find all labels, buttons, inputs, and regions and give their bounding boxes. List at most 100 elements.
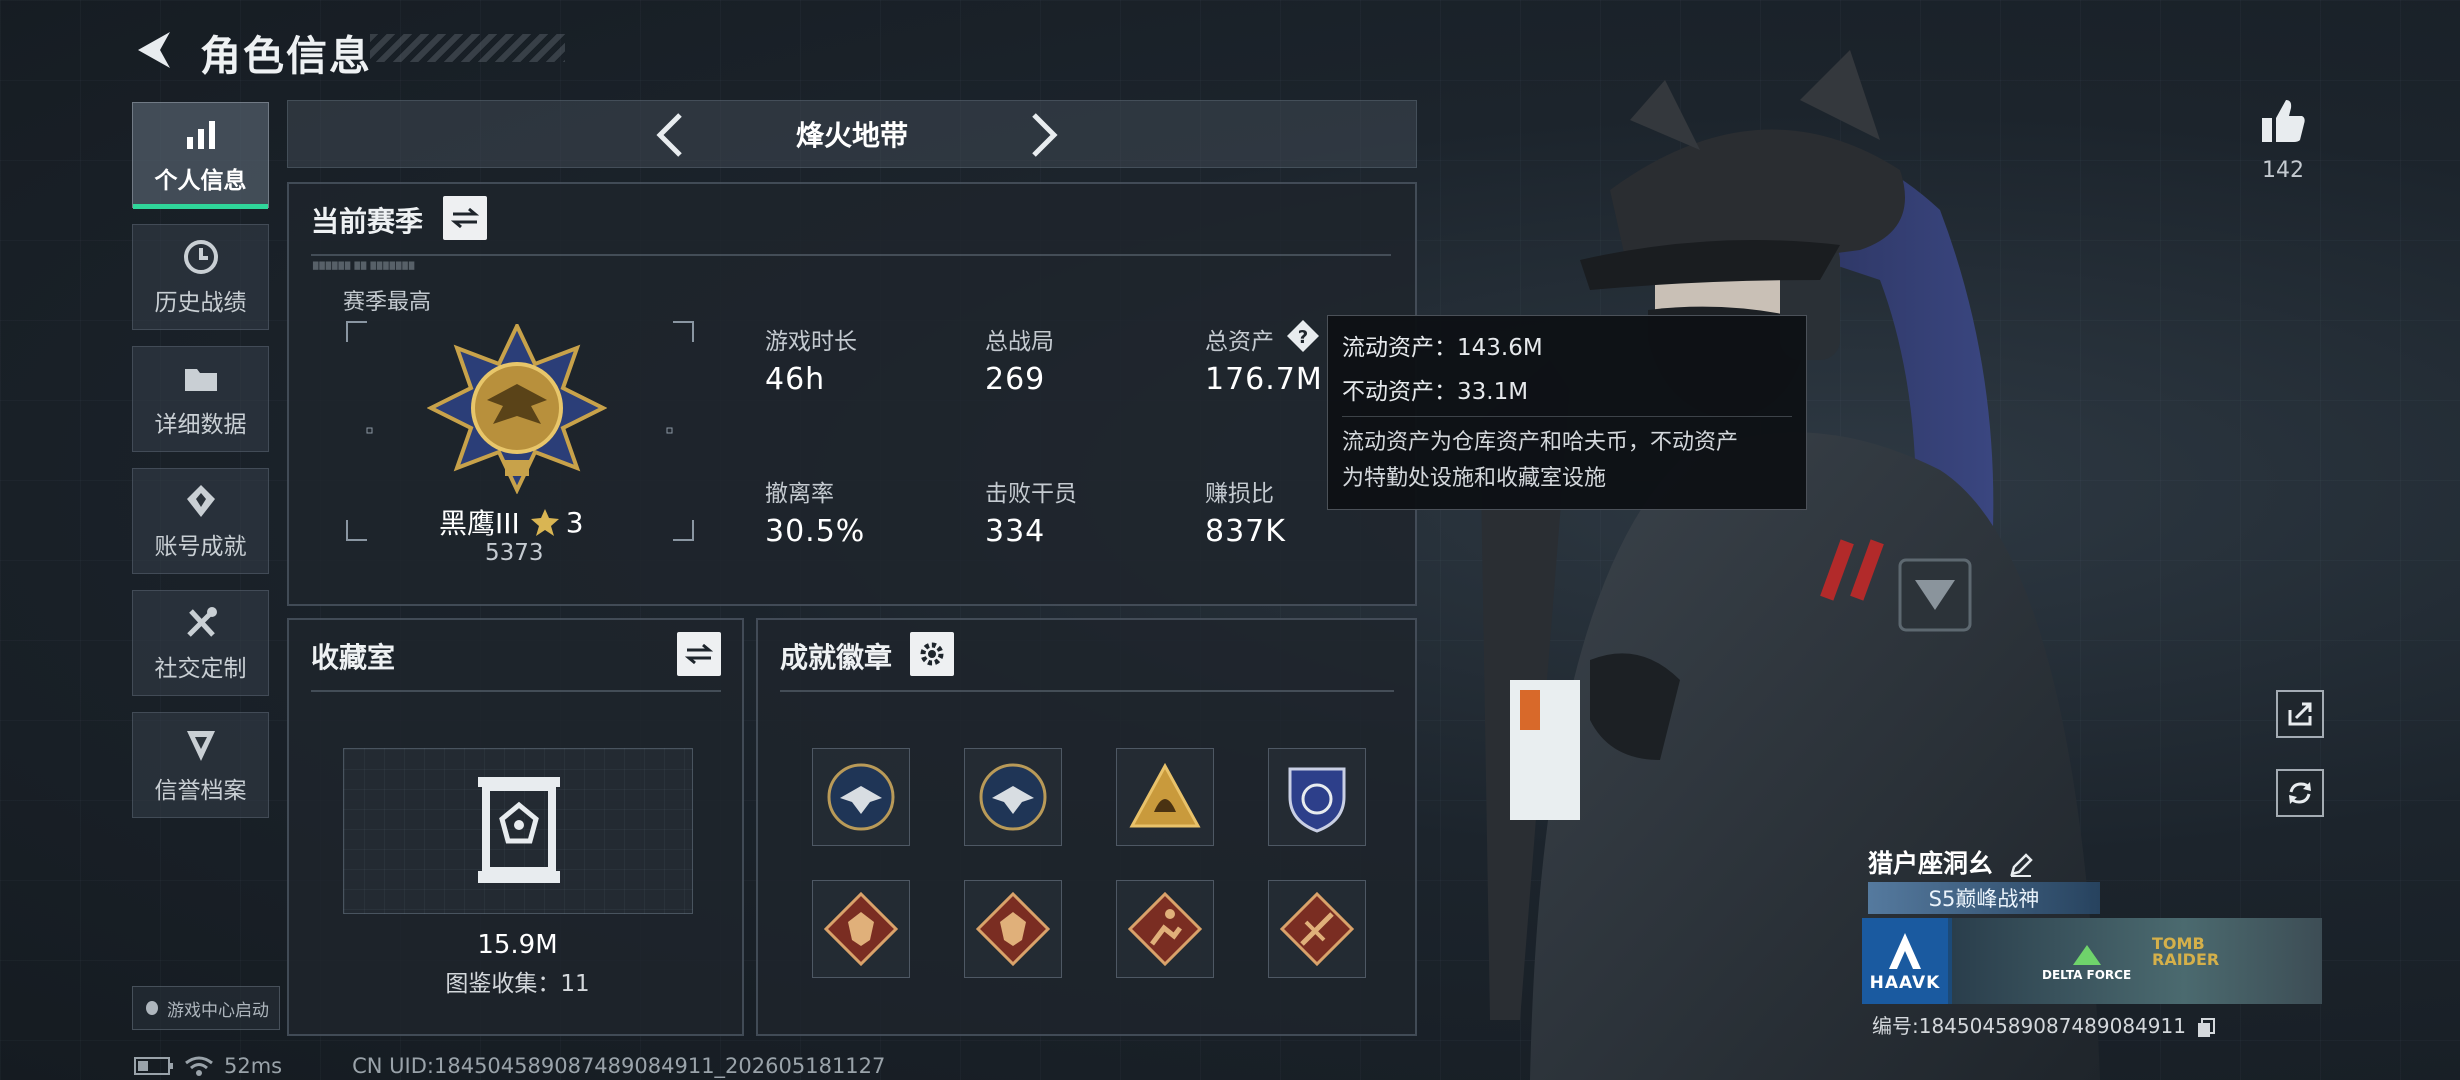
tooltip-divider	[1342, 416, 1792, 417]
share-button[interactable]	[2276, 690, 2324, 738]
sidebar-item-achievements[interactable]: 账号成就	[132, 468, 269, 574]
refresh-icon	[2289, 782, 2311, 804]
achievement-icon	[186, 485, 215, 517]
sidebar-item-label: 详细数据	[154, 412, 247, 438]
season-panel: 当前赛季 ██████ ██ ███████ 赛季最高 黑鹰III 3 5373…	[287, 182, 1417, 606]
stat-label: 撤离率	[765, 481, 834, 507]
rank-name: 黑鹰III	[439, 507, 520, 540]
banner-game-logo: DELTA FORCE	[2042, 944, 2131, 982]
thumbs-up-icon[interactable]	[2258, 96, 2308, 146]
banner-collab-logo: TOMB RAIDER	[2152, 936, 2219, 968]
wifi-icon	[185, 1056, 213, 1076]
switch-icon	[685, 643, 713, 665]
game-center-launch-button[interactable]: 游戏中心启动	[132, 986, 280, 1030]
stat-label: 总资产	[1205, 329, 1274, 355]
tooltip-fixed-assets: 不动资产：33.1M	[1342, 379, 1529, 405]
edit-icon[interactable]	[2008, 852, 2034, 878]
credit-shield-icon	[186, 731, 215, 761]
badge-slot[interactable]	[964, 748, 1062, 846]
collection-switch-button[interactable]	[677, 632, 721, 676]
weapon-badge-icon	[1280, 892, 1354, 966]
badge-slot[interactable]	[812, 880, 910, 978]
hawk-logo-icon	[1889, 933, 1921, 969]
stat-value: 269	[985, 362, 1046, 397]
delta-force-icon	[2072, 945, 2101, 965]
player-name: 猎户座洞幺	[1868, 844, 2034, 880]
rank-stars: 3	[565, 505, 584, 539]
decoration-code: ██████ ██ ███████	[313, 262, 416, 270]
tooltip-description-line1: 流动资产为仓库资产和哈夫币，不动资产	[1342, 430, 1739, 455]
stat-label: 赚损比	[1205, 481, 1274, 507]
display-case-icon	[478, 777, 560, 883]
sidebar-item-detailed-data[interactable]: 详细数据	[132, 346, 269, 452]
svg-text:?: ?	[1298, 327, 1308, 348]
battery-icon	[134, 1057, 173, 1075]
stat-value: 30.5%	[765, 514, 866, 549]
eagle-badge-icon	[827, 763, 895, 831]
runner-badge-icon	[1128, 892, 1202, 966]
badge-slot[interactable]	[964, 880, 1062, 978]
player-id-text: 编号:1845045890874890849​11	[1872, 1014, 2186, 1038]
page-title: 角色信息	[200, 32, 372, 80]
switch-icon	[451, 207, 479, 229]
badge-slot[interactable]	[1116, 880, 1214, 978]
chevron-right-icon[interactable]	[1018, 111, 1066, 159]
tools-icon	[186, 607, 217, 637]
star-icon	[530, 509, 559, 536]
sidebar-item-label: 社交定制	[154, 656, 247, 682]
sidebar-item-personal-info[interactable]: 个人信息	[132, 102, 269, 209]
gold-triangle-badge-icon	[1129, 762, 1201, 828]
badges-title: 成就徽章	[780, 641, 893, 674]
eagle-badge-icon	[979, 763, 1047, 831]
season-highest-label: 赛季最高	[343, 290, 432, 315]
sidebar-item-label: 账号成就	[154, 534, 247, 560]
banner-game-text: DELTA FORCE	[2042, 968, 2132, 982]
badge-slot[interactable]	[1116, 748, 1214, 846]
season-title: 当前赛季	[311, 205, 424, 238]
rank-line: 黑鹰III 3	[439, 502, 584, 542]
copy-icon[interactable]	[2196, 1017, 2216, 1039]
season-switch-button[interactable]	[443, 196, 487, 240]
player-id: 编号:1845045890874890849​11	[1872, 1010, 2216, 1039]
qq-icon	[146, 1001, 158, 1015]
sidebar-item-history[interactable]: 历史战绩	[132, 224, 269, 330]
badges-settings-button[interactable]	[910, 632, 954, 676]
tooltip-description-line2: 为特勤处设施和收藏室设施	[1342, 466, 1607, 491]
shield-badge-icon	[1288, 767, 1346, 833]
share-icon	[2288, 702, 2312, 726]
stat-label: 游戏时长	[765, 329, 857, 355]
gear-icon	[920, 642, 944, 666]
player-banner[interactable]: HAAVK DELTA FORCE TOMB RAIDER	[1862, 918, 2322, 1004]
black-hawk-rank-emblem	[427, 324, 607, 494]
folder-icon	[184, 369, 217, 391]
mode-title: 烽火地带	[795, 119, 908, 152]
sidebar-item-label: 信誉档案	[154, 778, 247, 804]
back-arrow-icon[interactable]	[132, 28, 176, 72]
divider	[311, 690, 721, 692]
status-bar: 52ms CN UID:1845045890874890849​11_20260…	[134, 1052, 885, 1080]
sidebar-item-credit-record[interactable]: 信誉档案	[132, 712, 269, 818]
history-icon	[183, 240, 218, 274]
help-icon[interactable]: ?	[1285, 318, 1321, 354]
sidebar-item-label: 历史战绩	[154, 290, 247, 316]
collection-preview[interactable]	[343, 748, 693, 914]
bar-chart-icon	[186, 121, 215, 149]
badge-slot[interactable]	[1268, 880, 1366, 978]
badge-slot[interactable]	[1268, 748, 1366, 846]
title-decoration	[370, 34, 565, 62]
stat-value: 837K	[1205, 514, 1286, 549]
refresh-button[interactable]	[2276, 769, 2324, 817]
divider	[780, 690, 1394, 692]
sidebar-item-social-custom[interactable]: 社交定制	[132, 590, 269, 696]
stat-value: 334	[985, 514, 1046, 549]
collection-catalog: 图鉴收集：11	[445, 971, 590, 997]
dragon-badge-icon	[976, 892, 1050, 966]
badges-panel: 成就徽章	[756, 618, 1417, 1036]
player-name-text: 猎户座洞幺	[1868, 849, 1994, 878]
collection-value: 15.9M	[477, 930, 558, 960]
badge-slot[interactable]	[812, 748, 910, 846]
player-title-tag[interactable]: S5巅峰战神	[1868, 882, 2100, 914]
ping-value: 52ms	[224, 1054, 283, 1078]
chevron-left-icon[interactable]	[648, 111, 696, 159]
collection-title: 收藏室	[311, 641, 396, 674]
